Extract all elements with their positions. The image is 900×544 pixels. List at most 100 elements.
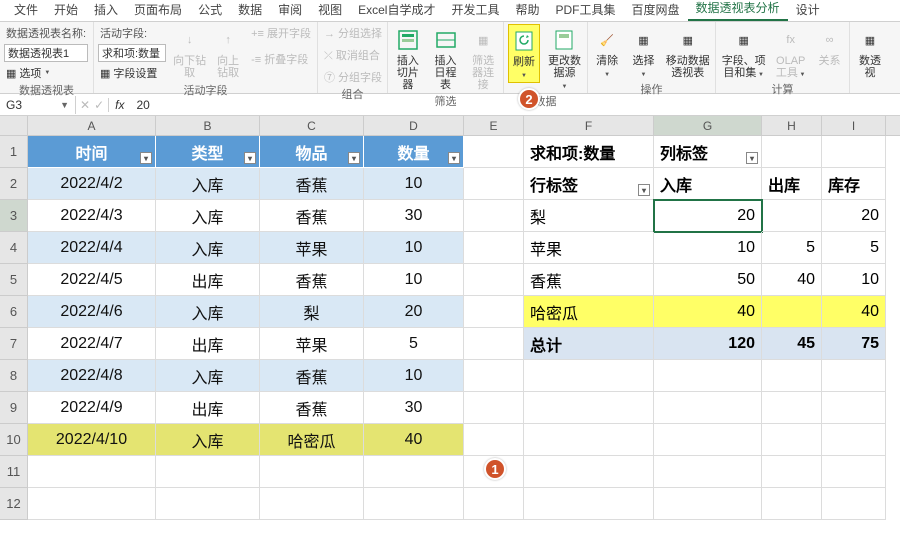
formula-input[interactable]: 20: [130, 96, 900, 114]
pv-G8[interactable]: [654, 360, 762, 392]
lt-D10[interactable]: 40: [364, 424, 464, 456]
cell-E7[interactable]: [464, 328, 524, 360]
lt-A7[interactable]: 2022/4/7: [28, 328, 156, 360]
collapse-field-btn[interactable]: -≡ 折叠字段: [249, 50, 313, 68]
lt-A5[interactable]: 2022/4/5: [28, 264, 156, 296]
col-header-D[interactable]: D: [364, 116, 464, 135]
lt-D12[interactable]: [364, 488, 464, 520]
cancel-formula-icon[interactable]: ✕: [80, 98, 90, 112]
lt-A11[interactable]: [28, 456, 156, 488]
pv-row-dd-icon[interactable]: ▾: [638, 184, 650, 196]
lt-B4[interactable]: 入库: [156, 232, 260, 264]
pt-chart-btn[interactable]: ▦ 数透视: [854, 24, 886, 81]
lt-B7[interactable]: 出库: [156, 328, 260, 360]
enter-formula-icon[interactable]: ✓: [94, 98, 104, 112]
fields-items-btn[interactable]: ▦ 字段、项目和集 ▼: [720, 24, 767, 81]
row-header-1[interactable]: 1: [0, 136, 28, 168]
pv-F11[interactable]: [524, 456, 654, 488]
pv-H1[interactable]: [762, 136, 822, 168]
lt-C4[interactable]: 苹果: [260, 232, 364, 264]
pv-G5[interactable]: 50: [654, 264, 762, 296]
lt-C2[interactable]: 香蕉: [260, 168, 364, 200]
tab-2[interactable]: 插入: [86, 0, 126, 21]
lt-B3[interactable]: 入库: [156, 200, 260, 232]
cell-E8[interactable]: [464, 360, 524, 392]
filter-dd-icon[interactable]: ▾: [140, 152, 152, 164]
tab-0[interactable]: 文件: [6, 0, 46, 21]
group-field-btn[interactable]: ⑦ 分组字段: [322, 68, 384, 86]
pv-G10[interactable]: [654, 424, 762, 456]
row-header-4[interactable]: 4: [0, 232, 28, 264]
pv-G12[interactable]: [654, 488, 762, 520]
filter-dd-icon[interactable]: ▾: [348, 152, 360, 164]
pv-I6[interactable]: 40: [822, 296, 886, 328]
filter-dd-icon[interactable]: ▾: [244, 152, 256, 164]
pv-H12[interactable]: [762, 488, 822, 520]
pv-F6[interactable]: 哈密瓜: [524, 296, 654, 328]
lt-A4[interactable]: 2022/4/4: [28, 232, 156, 264]
col-header-F[interactable]: F: [524, 116, 654, 135]
lt-C5[interactable]: 香蕉: [260, 264, 364, 296]
pv-F1[interactable]: 求和项:数量: [524, 136, 654, 168]
pt-name-input[interactable]: 数据透视表1: [4, 44, 88, 62]
expand-field-btn[interactable]: +≡ 展开字段: [249, 24, 313, 42]
lt-D4[interactable]: 10: [364, 232, 464, 264]
lt-C6[interactable]: 梨: [260, 296, 364, 328]
row-header-2[interactable]: 2: [0, 168, 28, 200]
cell-E9[interactable]: [464, 392, 524, 424]
pv-G11[interactable]: [654, 456, 762, 488]
pv-I4[interactable]: 5: [822, 232, 886, 264]
lt-C7[interactable]: 苹果: [260, 328, 364, 360]
pv-I3[interactable]: 20: [822, 200, 886, 232]
lt-B8[interactable]: 入库: [156, 360, 260, 392]
tab-10[interactable]: 帮助: [508, 0, 548, 21]
pv-G6[interactable]: 40: [654, 296, 762, 328]
row-header-5[interactable]: 5: [0, 264, 28, 296]
pv-H6[interactable]: [762, 296, 822, 328]
pv-F9[interactable]: [524, 392, 654, 424]
lt-C3[interactable]: 香蕉: [260, 200, 364, 232]
lt-D2[interactable]: 10: [364, 168, 464, 200]
pv-F12[interactable]: [524, 488, 654, 520]
tab-13[interactable]: 数据透视表分析: [688, 0, 788, 21]
row-header-7[interactable]: 7: [0, 328, 28, 360]
pv-H4[interactable]: 5: [762, 232, 822, 264]
tab-9[interactable]: 开发工具: [443, 0, 507, 21]
cell-E3[interactable]: [464, 200, 524, 232]
lt-A2[interactable]: 2022/4/2: [28, 168, 156, 200]
cell-E6[interactable]: [464, 296, 524, 328]
lt-D1[interactable]: 数量▾: [364, 136, 464, 168]
row-header-11[interactable]: 11: [0, 456, 28, 488]
tab-8[interactable]: Excel自学成才: [350, 0, 443, 21]
tab-4[interactable]: 公式: [190, 0, 230, 21]
pv-G2[interactable]: 入库: [654, 168, 762, 200]
select-btn[interactable]: ▦ 选择▼: [628, 24, 658, 81]
lt-A9[interactable]: 2022/4/9: [28, 392, 156, 424]
lt-C8[interactable]: 香蕉: [260, 360, 364, 392]
row-header-12[interactable]: 12: [0, 488, 28, 520]
tab-6[interactable]: 审阅: [270, 0, 310, 21]
row-header-8[interactable]: 8: [0, 360, 28, 392]
col-header-E[interactable]: E: [464, 116, 524, 135]
pv-H5[interactable]: 40: [762, 264, 822, 296]
lt-B5[interactable]: 出库: [156, 264, 260, 296]
pv-G7[interactable]: 120: [654, 328, 762, 360]
lt-B11[interactable]: [156, 456, 260, 488]
group-select-btn[interactable]: → 分组选择: [322, 24, 384, 42]
pv-I1[interactable]: [822, 136, 886, 168]
lt-A6[interactable]: 2022/4/6: [28, 296, 156, 328]
lt-D9[interactable]: 30: [364, 392, 464, 424]
drill-down-btn[interactable]: ↓ 向下钻取: [172, 24, 207, 81]
pv-F7[interactable]: 总计: [524, 328, 654, 360]
lt-A8[interactable]: 2022/4/8: [28, 360, 156, 392]
pv-H9[interactable]: [762, 392, 822, 424]
lt-C9[interactable]: 香蕉: [260, 392, 364, 424]
active-field-input[interactable]: 求和项:数量: [98, 44, 166, 62]
pv-I5[interactable]: 10: [822, 264, 886, 296]
pv-I11[interactable]: [822, 456, 886, 488]
relations-btn[interactable]: ∞ 关系: [814, 24, 845, 69]
pv-G1[interactable]: 列标签▾: [654, 136, 762, 168]
pv-F5[interactable]: 香蕉: [524, 264, 654, 296]
olap-btn[interactable]: fx OLAP 工具 ▼: [773, 24, 808, 81]
tab-14[interactable]: 设计: [788, 0, 828, 21]
